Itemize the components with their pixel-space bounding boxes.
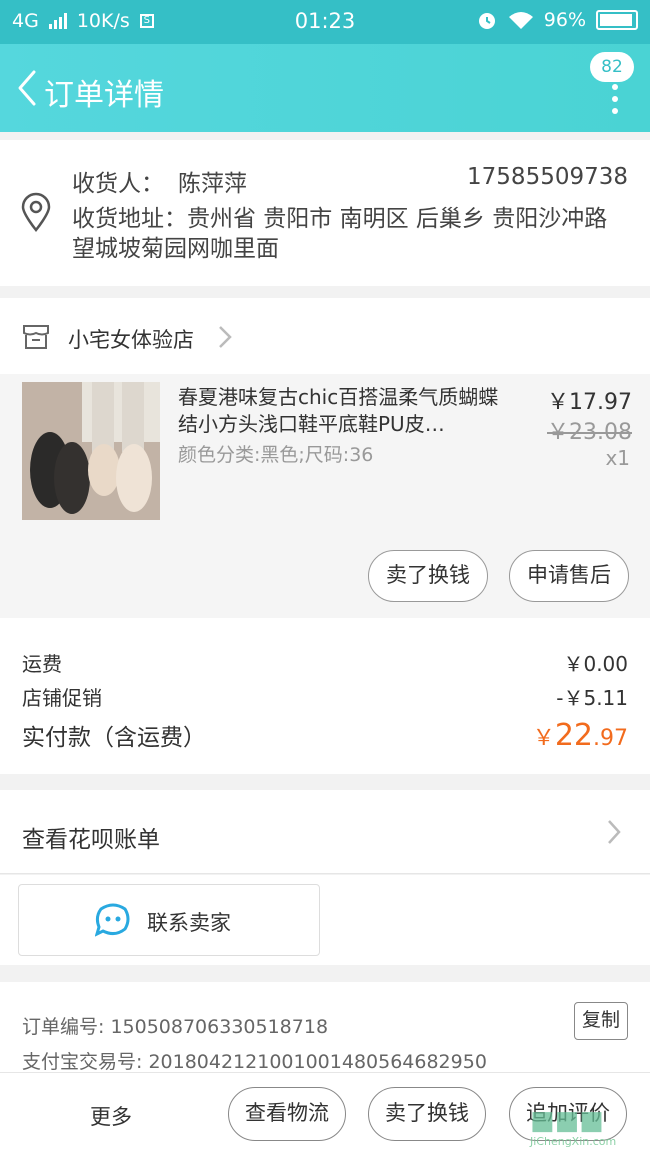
product-thumbnail[interactable] xyxy=(22,382,160,520)
shipping-label: 运费 xyxy=(22,652,62,676)
payment-summary: 运费 ￥0.00 店铺促销 -￥5.11 实付款（含运费） ￥22.97 xyxy=(0,618,650,774)
wifi-icon xyxy=(508,12,533,29)
order-info: 订单编号: 1505087063305187​18 支付宝交易号: 201804… xyxy=(0,982,650,1073)
watermark-text: JiChengXin.com xyxy=(530,1135,617,1148)
contact-seller-label: 联系卖家 xyxy=(147,911,231,935)
receiver-row: 收货人： 陈萍萍 17585509738 xyxy=(72,164,628,198)
alipay-trade-number: 支付宝交易号: 2018042121001001480564682950 xyxy=(22,1051,487,1073)
shipping-value: ￥0.00 xyxy=(563,652,628,676)
product-quantity: x1 xyxy=(605,446,630,470)
more-vertical-icon[interactable] xyxy=(610,84,620,126)
shop-icon xyxy=(23,325,49,349)
back-arrow-icon[interactable] xyxy=(14,68,44,108)
receiver-label: 收货人： xyxy=(72,171,164,197)
battery-icon xyxy=(596,10,638,30)
receiver-name: 陈萍萍 xyxy=(178,171,247,197)
promo-value: -￥5.11 xyxy=(556,686,628,710)
receiver-phone: 17585509738 xyxy=(467,164,628,190)
battery-percent: 96% xyxy=(543,9,586,31)
chevron-right-icon xyxy=(219,326,232,348)
site-watermark: ■■■ JiChengXin.com xyxy=(530,1106,646,1148)
total-label: 实付款（含运费） xyxy=(22,725,206,751)
watermark-logo: ■■■ xyxy=(530,1106,604,1136)
more-button[interactable]: 更多 xyxy=(90,1101,132,1131)
promo-row: 店铺促销 -￥5.11 xyxy=(22,682,628,711)
sell-button-bottom[interactable]: 卖了换钱 xyxy=(368,1087,486,1141)
location-pin-icon xyxy=(21,192,51,232)
contact-seller-button[interactable]: 联系卖家 xyxy=(18,884,320,956)
page-title: 订单详情 xyxy=(44,78,164,113)
view-logistics-button[interactable]: 查看物流 xyxy=(228,1087,346,1141)
shipping-row: 运费 ￥0.00 xyxy=(22,648,628,677)
address-panel[interactable]: 收货人： 陈萍萍 17585509738 收货地址：贵州省 贵阳市 南明区 后巢… xyxy=(0,140,650,286)
product-spec: 颜色分类:黑色;尺码:36 xyxy=(178,444,374,466)
status-right: 96% xyxy=(476,9,638,31)
copy-button[interactable]: 复制 xyxy=(574,1002,628,1040)
product-name[interactable]: 春夏港味复古chic百搭温柔气质蝴蝶结小方头浅口鞋平底鞋PU皮… xyxy=(178,384,514,438)
status-bar: 4G 10K/s S 01:23 96% xyxy=(0,0,650,44)
product-item[interactable]: 春夏港味复古chic百搭温柔气质蝴蝶结小方头浅口鞋平底鞋PU皮… 颜色分类:黑色… xyxy=(0,374,650,618)
bottom-action-bar: 更多 查看物流 卖了换钱 追加评价 ■■■ JiChengXin.com xyxy=(0,1072,650,1155)
huabei-bill-row[interactable]: 查看花呗账单 xyxy=(0,790,650,874)
promo-label: 店铺促销 xyxy=(22,686,102,710)
address-label: 收货地址： xyxy=(72,206,187,232)
message-badge[interactable]: 82 xyxy=(590,52,634,82)
product-original-price: ￥23.08 xyxy=(547,420,632,445)
huabei-label: 查看花呗账单 xyxy=(22,827,160,853)
shop-row[interactable]: 小宅女体验店 xyxy=(0,298,650,374)
sell-button[interactable]: 卖了换钱 xyxy=(368,550,488,602)
chevron-right-icon xyxy=(608,820,621,844)
order-number: 订单编号: 1505087063305187​18 xyxy=(22,1016,329,1038)
alarm-icon xyxy=(478,13,495,29)
app-header: 订单详情 82 xyxy=(0,44,650,132)
total-value: ￥22.97 xyxy=(532,718,628,753)
contact-area: 联系卖家 xyxy=(0,875,650,965)
product-price: ￥17.97 xyxy=(547,390,632,415)
shop-name: 小宅女体验店 xyxy=(68,328,194,352)
total-row: 实付款（含运费） ￥22.97 xyxy=(22,718,628,753)
address-row: 收货地址：贵州省 贵阳市 南明区 后巢乡 贵阳沙冲路望城坡菊园网咖里面 xyxy=(72,204,610,264)
product-image xyxy=(22,382,160,520)
chat-bubble-icon xyxy=(95,903,130,937)
after-sale-button[interactable]: 申请售后 xyxy=(509,550,629,602)
